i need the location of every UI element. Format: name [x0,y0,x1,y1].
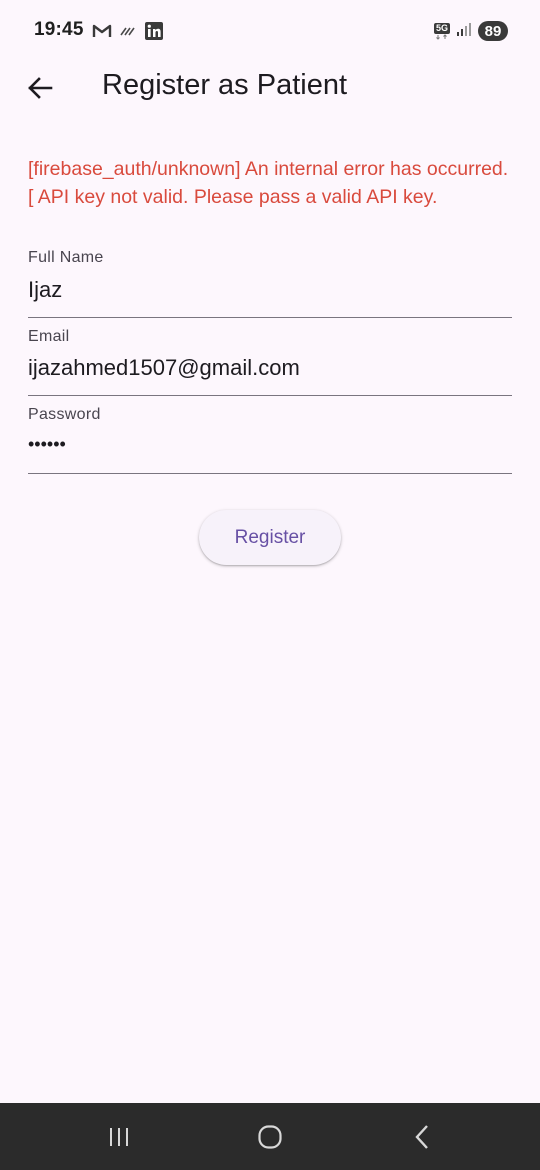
full-name-label: Full Name [28,249,104,266]
email-underline [28,395,512,396]
home-button[interactable] [250,1119,290,1155]
error-message: [firebase_auth/unknown] An internal erro… [28,158,509,208]
gmail-icon [92,21,112,41]
nav-back-button[interactable] [402,1119,442,1155]
back-button[interactable] [22,70,58,106]
status-bar: 19:45 5G 89 [0,0,540,60]
network-label: 5G [434,22,450,34]
email-value[interactable]: ijazahmed1507@gmail.com [28,355,300,381]
notification-icons [92,20,164,42]
page-title: Register as Patient [102,69,348,101]
email-field[interactable]: Email ijazahmed1507@gmail.com [28,328,512,398]
full-name-value[interactable]: Ijaz [28,277,62,303]
email-label: Email [28,328,70,345]
password-label: Password [28,406,101,423]
recents-button[interactable] [99,1119,139,1155]
full-name-underline [28,317,512,318]
signal-icon [456,21,472,42]
network-icon: 5G [434,22,450,40]
system-nav-bar [0,1103,540,1170]
recents-icon [110,1128,128,1146]
password-value[interactable]: •••••• [28,434,66,455]
cast-icon [118,21,138,41]
register-button[interactable]: Register [199,510,341,565]
password-field[interactable]: Password •••••• [28,406,512,476]
status-time: 19:45 [34,19,84,40]
linkedin-icon [144,21,164,41]
app-bar: Register as Patient [0,60,540,116]
password-underline [28,473,512,474]
back-chevron-icon [415,1125,428,1149]
arrow-back-icon [28,77,53,99]
battery-icon: 89 [478,21,508,41]
full-name-field[interactable]: Full Name Ijaz [28,249,512,319]
system-status-icons: 5G 89 [434,19,508,43]
home-icon [258,1125,282,1149]
